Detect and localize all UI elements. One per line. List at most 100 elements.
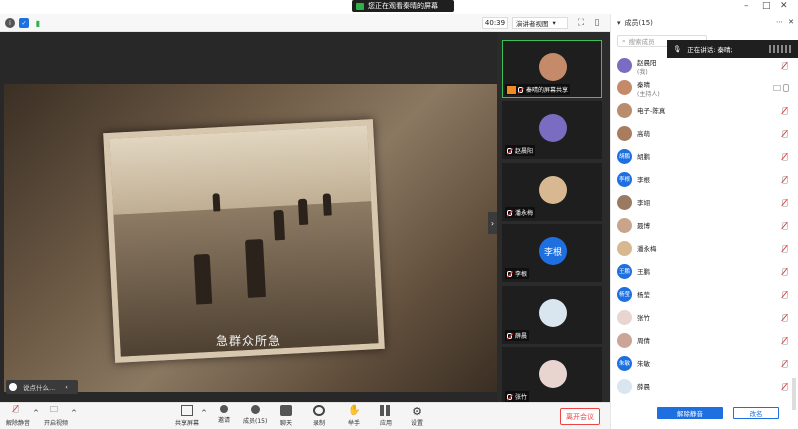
member-row[interactable]: 高萌 xyxy=(611,122,798,144)
apps-button[interactable]: 应用 xyxy=(380,405,392,427)
apps-icon xyxy=(380,405,392,416)
record-label: 录制 xyxy=(313,420,326,427)
close-panel-icon[interactable]: ✕ xyxy=(788,18,794,26)
mic-off-icon[interactable] xyxy=(781,244,790,253)
member-name: 张竹 xyxy=(637,314,650,322)
mic-off-icon[interactable] xyxy=(781,152,790,161)
mic-off-icon[interactable] xyxy=(781,359,790,368)
member-row[interactable]: 电子-陈真 xyxy=(611,99,798,121)
start-video-button[interactable]: 开启视频 xyxy=(44,405,68,427)
chevron-down-icon: ▾ xyxy=(552,19,556,27)
member-row[interactable]: 潘永梅 xyxy=(611,237,798,259)
chevron-left-icon[interactable]: ‹ xyxy=(65,383,68,391)
video-thumbnail[interactable]: 潘永梅 xyxy=(502,163,602,221)
mic-off-icon[interactable] xyxy=(781,106,790,115)
camera-off-icon[interactable] xyxy=(773,84,781,91)
view-label: 演讲者视图 xyxy=(516,20,549,28)
member-row[interactable]: 聂博 xyxy=(611,214,798,236)
info-icon[interactable]: i xyxy=(5,18,15,28)
avatar xyxy=(617,217,632,233)
chevron-down-icon[interactable]: ▾ xyxy=(617,19,621,27)
member-row[interactable]: 李根 李根 xyxy=(611,168,798,190)
minimize-icon[interactable]: – xyxy=(744,1,749,11)
panel-actions: 解除静音 改名 xyxy=(657,407,797,421)
scrollbar[interactable] xyxy=(792,378,796,410)
settings-label: 设置 xyxy=(411,420,424,427)
share-screen-button[interactable]: 共享屏幕 xyxy=(175,405,199,427)
apps-label: 应用 xyxy=(380,420,393,427)
mic-off-icon[interactable] xyxy=(781,267,790,276)
mic-off-icon[interactable] xyxy=(781,221,790,230)
more-icon[interactable]: ⋯ xyxy=(776,18,783,26)
mic-off-icon xyxy=(12,405,24,416)
mic-off-icon[interactable] xyxy=(781,313,790,322)
member-name: 薛晨 xyxy=(637,383,650,391)
share-screen-icon xyxy=(181,405,193,416)
panel-header: ▾ 成员(15) ⋯ ✕ xyxy=(611,14,798,32)
mic-off-icon[interactable] xyxy=(781,129,790,138)
raise-hand-button[interactable]: ✋ 举手 xyxy=(348,405,360,427)
invite-button[interactable]: 邀请 xyxy=(218,405,230,424)
emoji-icon[interactable] xyxy=(9,383,17,391)
collapse-strip-button[interactable]: › xyxy=(488,212,497,234)
avatar xyxy=(539,176,567,204)
mic-off-icon xyxy=(507,147,512,154)
member-row[interactable]: 李翊 xyxy=(611,191,798,213)
close-icon[interactable]: ✕ xyxy=(780,1,788,11)
mic-off-icon[interactable] xyxy=(781,336,790,345)
avatar xyxy=(617,125,632,141)
member-name: 周倩 xyxy=(637,337,650,345)
chat-label: 聊天 xyxy=(280,420,293,427)
chat-icon xyxy=(280,405,292,416)
meeting-top-toolbar: i ✓ ▮ 40:39 演讲者视图 ▾ ⛶ ▯ xyxy=(0,14,610,32)
layout-icon[interactable]: ▯ xyxy=(592,18,602,28)
member-name: 潘永梅 xyxy=(637,245,657,253)
signal-icon[interactable]: ▮ xyxy=(33,18,43,28)
chat-input-bar[interactable]: 说点什么... ‹ xyxy=(6,380,78,394)
avatar xyxy=(617,240,632,256)
unmute-button[interactable]: 解除静音 xyxy=(6,405,30,427)
speaker-view-button[interactable]: 演讲者视图 ▾ xyxy=(512,17,568,29)
member-row[interactable]: 赵晨阳 (我) xyxy=(611,54,798,76)
rename-button[interactable]: 改名 xyxy=(733,407,779,419)
mic-off-icon[interactable] xyxy=(781,198,790,207)
mute-all-button[interactable]: 解除静音 xyxy=(657,407,723,419)
member-row[interactable]: 薛晨 xyxy=(611,375,798,397)
mic-icon: 🎙 xyxy=(673,45,682,53)
video-thumbnail[interactable]: 秦晴的屏幕共享 xyxy=(502,40,602,98)
mic-off-icon[interactable] xyxy=(781,175,790,184)
shield-icon[interactable]: ✓ xyxy=(19,18,29,28)
settings-button[interactable]: ⚙ 设置 xyxy=(411,405,423,427)
record-button[interactable]: 录制 xyxy=(313,405,325,427)
members-button[interactable]: 成员(15) xyxy=(243,405,267,425)
raise-label: 举手 xyxy=(348,420,361,427)
video-thumbnail[interactable]: 张竹 xyxy=(502,347,602,405)
video-thumbnail[interactable]: 薛晨 xyxy=(502,286,602,344)
member-row[interactable]: 王鹏 王鹏 xyxy=(611,260,798,282)
mic-off-icon[interactable] xyxy=(781,382,790,391)
maximize-icon[interactable]: □ xyxy=(762,1,771,11)
member-row[interactable]: 周倩 xyxy=(611,329,798,351)
video-thumbnail[interactable]: 李根 李根 xyxy=(502,224,602,282)
member-row[interactable]: 朱敏 朱敏 xyxy=(611,352,798,374)
mic-off-icon[interactable] xyxy=(781,290,790,299)
chat-button[interactable]: 聊天 xyxy=(280,405,292,427)
mic-off-icon[interactable] xyxy=(781,61,790,70)
mic-off-icon xyxy=(518,86,523,93)
fullscreen-icon[interactable]: ⛶ xyxy=(576,18,586,28)
mic-off-icon xyxy=(507,209,512,216)
mic-icon[interactable] xyxy=(781,83,790,92)
shared-screen-view[interactable]: 急群众所急 说点什么... ‹ xyxy=(0,32,497,402)
share-banner[interactable]: 您正在观看秦晴的屏幕 xyxy=(352,0,454,12)
member-name: 朱敏 xyxy=(637,360,650,368)
chevron-up-icon[interactable]: ^ xyxy=(33,409,39,417)
member-row[interactable]: 秦晴 (主持人) xyxy=(611,76,798,98)
chevron-up-icon[interactable]: ^ xyxy=(201,409,207,417)
video-thumbnail[interactable]: 赵晨阳 xyxy=(502,101,602,159)
avatar xyxy=(617,309,632,325)
member-row[interactable]: 胡鹏 胡鹏 xyxy=(611,145,798,167)
member-row[interactable]: 杨莹 杨莹 xyxy=(611,283,798,305)
member-row[interactable]: 张竹 xyxy=(611,306,798,328)
chevron-up-icon[interactable]: ^ xyxy=(71,409,77,417)
leave-meeting-button[interactable]: 离开会议 xyxy=(560,408,600,425)
